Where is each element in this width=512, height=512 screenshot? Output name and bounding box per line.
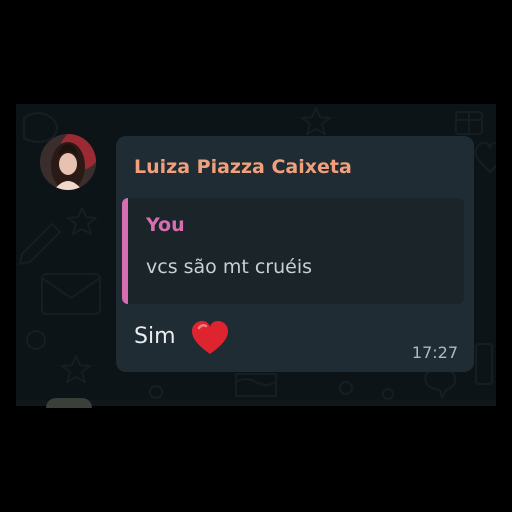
quote-accent-bar xyxy=(122,198,128,304)
incoming-message-bubble[interactable]: Luiza Piazza Caixeta You vcs são mt crué… xyxy=(116,136,474,372)
screenshot-frame: Luiza Piazza Caixeta You vcs são mt crué… xyxy=(0,0,512,512)
red-heart-icon xyxy=(192,321,228,354)
quoted-message[interactable]: You vcs são mt cruéis xyxy=(122,198,464,304)
quoted-message-author: You xyxy=(146,214,185,236)
sender-name[interactable]: Luiza Piazza Caixeta xyxy=(134,156,352,178)
message-text: Sim xyxy=(134,324,176,349)
quoted-message-text: vcs são mt cruéis xyxy=(146,256,312,278)
sender-avatar-image xyxy=(40,134,96,190)
next-sender-avatar[interactable] xyxy=(46,398,92,408)
message-timestamp: 17:27 xyxy=(411,343,458,362)
sender-avatar[interactable] xyxy=(40,134,96,190)
